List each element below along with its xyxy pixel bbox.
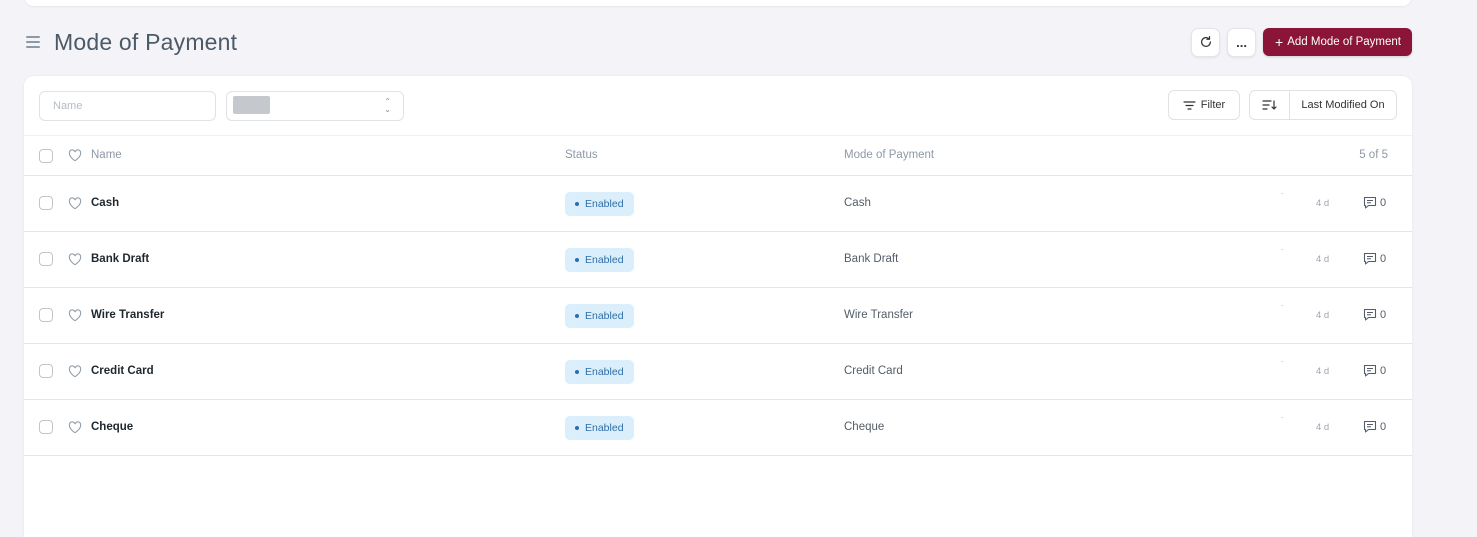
modified-time: 4 d: [1316, 254, 1330, 265]
column-header-name: Name: [91, 149, 122, 161]
row-checkbox[interactable]: [39, 196, 53, 210]
filter-button[interactable]: Filter: [1168, 90, 1240, 120]
comment-count-value: 0: [1380, 252, 1387, 265]
heart-icon[interactable]: [68, 253, 82, 266]
status-label: Enabled: [585, 366, 624, 378]
comment-count[interactable]: 0: [1363, 196, 1386, 209]
list-card: ⌃⌄ Filter Last Modified On Name Status M…: [24, 76, 1412, 537]
heart-icon[interactable]: [68, 197, 82, 210]
tick-mark: ˉ: [1281, 248, 1284, 257]
heart-icon[interactable]: [68, 149, 82, 162]
column-header-status: Status: [565, 149, 598, 161]
status-badge[interactable]: Enabled: [565, 360, 634, 384]
status-dot: [575, 426, 579, 430]
sort-field-button[interactable]: Last Modified On: [1290, 91, 1396, 119]
add-mode-of-payment-button[interactable]: + Add Mode of Payment: [1263, 28, 1412, 56]
status-dot: [575, 370, 579, 374]
hamburger-icon[interactable]: [26, 32, 46, 52]
modified-time: 4 d: [1316, 310, 1330, 321]
plus-icon: +: [1275, 34, 1284, 50]
list-row-cheque[interactable]: Cheque Enabled Cheque ˉ 4 d 0: [24, 400, 1412, 456]
previous-card-edge: [24, 0, 1412, 6]
comment-count[interactable]: 0: [1363, 308, 1386, 321]
more-icon: ...: [1236, 34, 1247, 50]
comment-icon: [1363, 252, 1377, 265]
row-checkbox[interactable]: [39, 308, 53, 322]
tick-mark: ˉ: [1281, 416, 1284, 425]
comment-count-value: 0: [1380, 364, 1387, 377]
row-name-link[interactable]: Wire Transfer: [91, 309, 164, 321]
row-name-link[interactable]: Cash: [91, 197, 119, 209]
header-actions: ... + Add Mode of Payment: [1191, 27, 1412, 57]
status-label: Enabled: [585, 198, 624, 210]
list-row-wire-transfer[interactable]: Wire Transfer Enabled Wire Transfer ˉ 4 …: [24, 288, 1412, 344]
status-dot: [575, 314, 579, 318]
row-checkbox[interactable]: [39, 252, 53, 266]
page-header: Mode of Payment ... + Add Mode of Paymen…: [24, 24, 1412, 60]
page-title: Mode of Payment: [54, 28, 238, 55]
row-mode-of-payment: Credit Card: [844, 365, 903, 377]
comment-icon: [1363, 364, 1377, 377]
status-label: Enabled: [585, 254, 624, 266]
heart-icon[interactable]: [68, 309, 82, 322]
row-mode-of-payment: Cheque: [844, 421, 885, 433]
tick-mark: ˉ: [1281, 360, 1284, 369]
filter-icon: [1183, 100, 1196, 110]
row-name-link[interactable]: Credit Card: [91, 365, 154, 377]
row-checkbox[interactable]: [39, 420, 53, 434]
refresh-icon: [1200, 35, 1211, 47]
status-dot: [575, 258, 579, 262]
list-row-bank-draft[interactable]: Bank Draft Enabled Bank Draft ˉ 4 d 0: [24, 232, 1412, 288]
sort-direction-button[interactable]: [1250, 91, 1290, 119]
heart-icon[interactable]: [68, 421, 82, 434]
status-label: Enabled: [585, 422, 624, 434]
refresh-button[interactable]: [1191, 27, 1221, 57]
row-checkbox[interactable]: [39, 364, 53, 378]
sort-icon: [1262, 100, 1277, 110]
status-dot: [575, 202, 579, 206]
row-mode-of-payment: Wire Transfer: [844, 309, 914, 321]
name-filter-input[interactable]: [39, 91, 216, 121]
modified-time: 4 d: [1316, 366, 1330, 377]
status-badge[interactable]: Enabled: [565, 192, 634, 216]
add-button-label: Add Mode of Payment: [1287, 36, 1401, 48]
list-header: Name Status Mode of Payment 5 of 5: [24, 136, 1412, 176]
filter-label: Filter: [1200, 99, 1226, 111]
list-row-credit-card[interactable]: Credit Card Enabled Credit Card ˉ 4 d 0: [24, 344, 1412, 400]
row-name-link[interactable]: Cheque: [91, 421, 133, 433]
chevron-updown-icon: ⌃ ⌄: [384, 97, 391, 114]
modified-time: 4 d: [1316, 198, 1330, 209]
more-button[interactable]: ...: [1227, 27, 1257, 57]
status-label: Enabled: [585, 310, 624, 322]
comment-count[interactable]: 0: [1363, 420, 1386, 433]
list-row-cash[interactable]: Cash Enabled Cash ˉ 4 d 0: [24, 176, 1412, 232]
status-badge[interactable]: Enabled: [565, 248, 634, 272]
record-count: 5 of 5: [1359, 149, 1388, 161]
comment-icon: [1363, 420, 1377, 433]
comment-icon: [1363, 196, 1377, 209]
comment-count-value: 0: [1380, 420, 1387, 433]
row-name-link[interactable]: Bank Draft: [91, 253, 149, 265]
comment-count-value: 0: [1380, 196, 1387, 209]
tick-mark: ˉ: [1281, 304, 1284, 313]
filter-bar: ⌃⌄ Filter Last Modified On: [24, 76, 1412, 136]
comment-count[interactable]: 0: [1363, 252, 1386, 265]
comment-count[interactable]: 0: [1363, 364, 1386, 377]
comment-icon: [1363, 308, 1377, 321]
row-mode-of-payment: Bank Draft: [844, 253, 899, 265]
status-select[interactable]: ⌃ ⌄: [226, 91, 404, 121]
comment-count-value: 0: [1380, 308, 1387, 321]
select-all-checkbox[interactable]: [39, 149, 53, 163]
heart-icon[interactable]: [68, 365, 82, 378]
modified-time: 4 d: [1316, 422, 1330, 433]
sort-control: Last Modified On: [1249, 90, 1397, 120]
column-header-mode-of-payment: Mode of Payment: [844, 149, 935, 161]
tick-mark: ˉ: [1281, 192, 1284, 201]
row-mode-of-payment: Cash: [844, 197, 871, 209]
select-value-placeholder: [233, 96, 270, 114]
status-badge[interactable]: Enabled: [565, 304, 634, 328]
status-badge[interactable]: Enabled: [565, 416, 634, 440]
